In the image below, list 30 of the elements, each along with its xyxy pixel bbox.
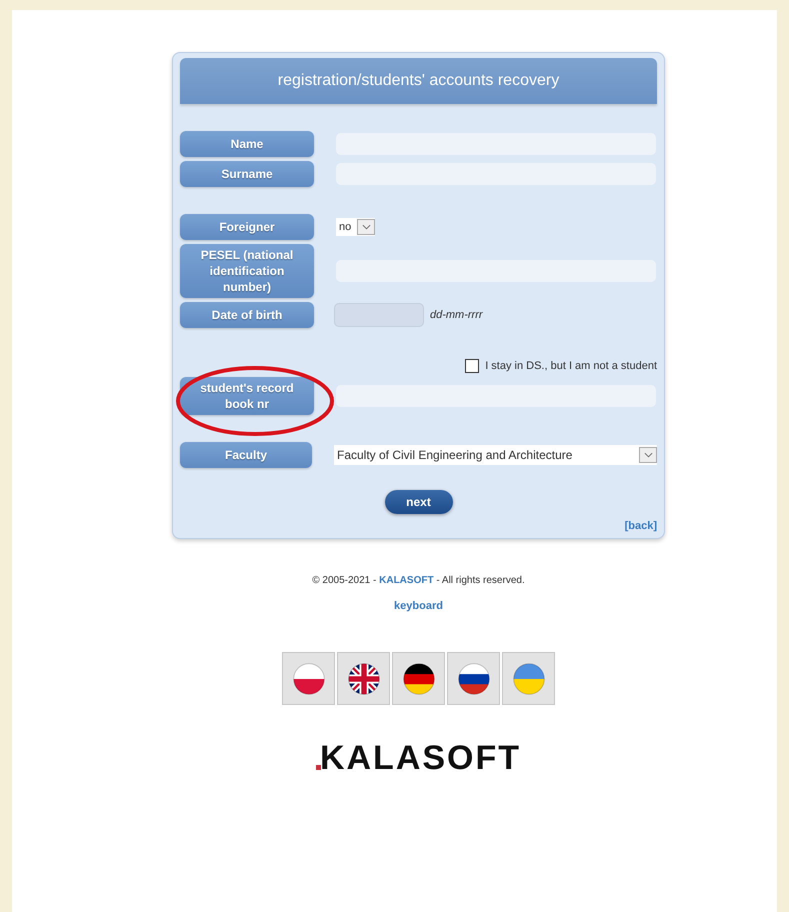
next-button[interactable]: next (384, 490, 452, 514)
language-button[interactable] (337, 652, 390, 705)
language-button[interactable] (392, 652, 445, 705)
form-title: registration/students' accounts recovery (180, 58, 657, 104)
field-label: Name (180, 131, 314, 157)
flag-icon (400, 660, 436, 696)
flag-icon (346, 660, 382, 696)
field-label: Foreigner (180, 214, 314, 240)
back-link[interactable]: [back] (624, 520, 657, 532)
chevron-down-icon (357, 219, 376, 235)
copyright-text: - All rights reserved. (436, 575, 525, 586)
date-format-hint: dd-mm-rrrr (430, 309, 483, 321)
faculty-dropdown[interactable]: Faculty of Civil Engineering and Architecture (334, 445, 657, 465)
flag-icon (290, 660, 326, 696)
flag-icon (456, 660, 492, 696)
field-label: Date of birth (180, 302, 314, 328)
chevron-down-icon (639, 447, 657, 463)
not-student-checkbox[interactable]: I stay in DS., but I am not a student (465, 359, 657, 373)
field-label: Faculty (180, 442, 312, 468)
copyright-text: © 2005-2021 - (312, 575, 376, 586)
flag-icon (510, 660, 546, 696)
kalasoft-logo: KALASOFT (316, 739, 522, 778)
keyboard-link[interactable]: keyboard (394, 600, 443, 612)
field-label: PESEL (national identification number) (180, 244, 314, 298)
company-link[interactable]: KALASOFT (379, 575, 434, 586)
dropdown[interactable]: no (336, 218, 376, 236)
field-label: Surname (180, 161, 314, 187)
field-label: student's record book nr (180, 377, 314, 415)
date-field[interactable] (334, 303, 424, 327)
language-button[interactable] (447, 652, 500, 705)
